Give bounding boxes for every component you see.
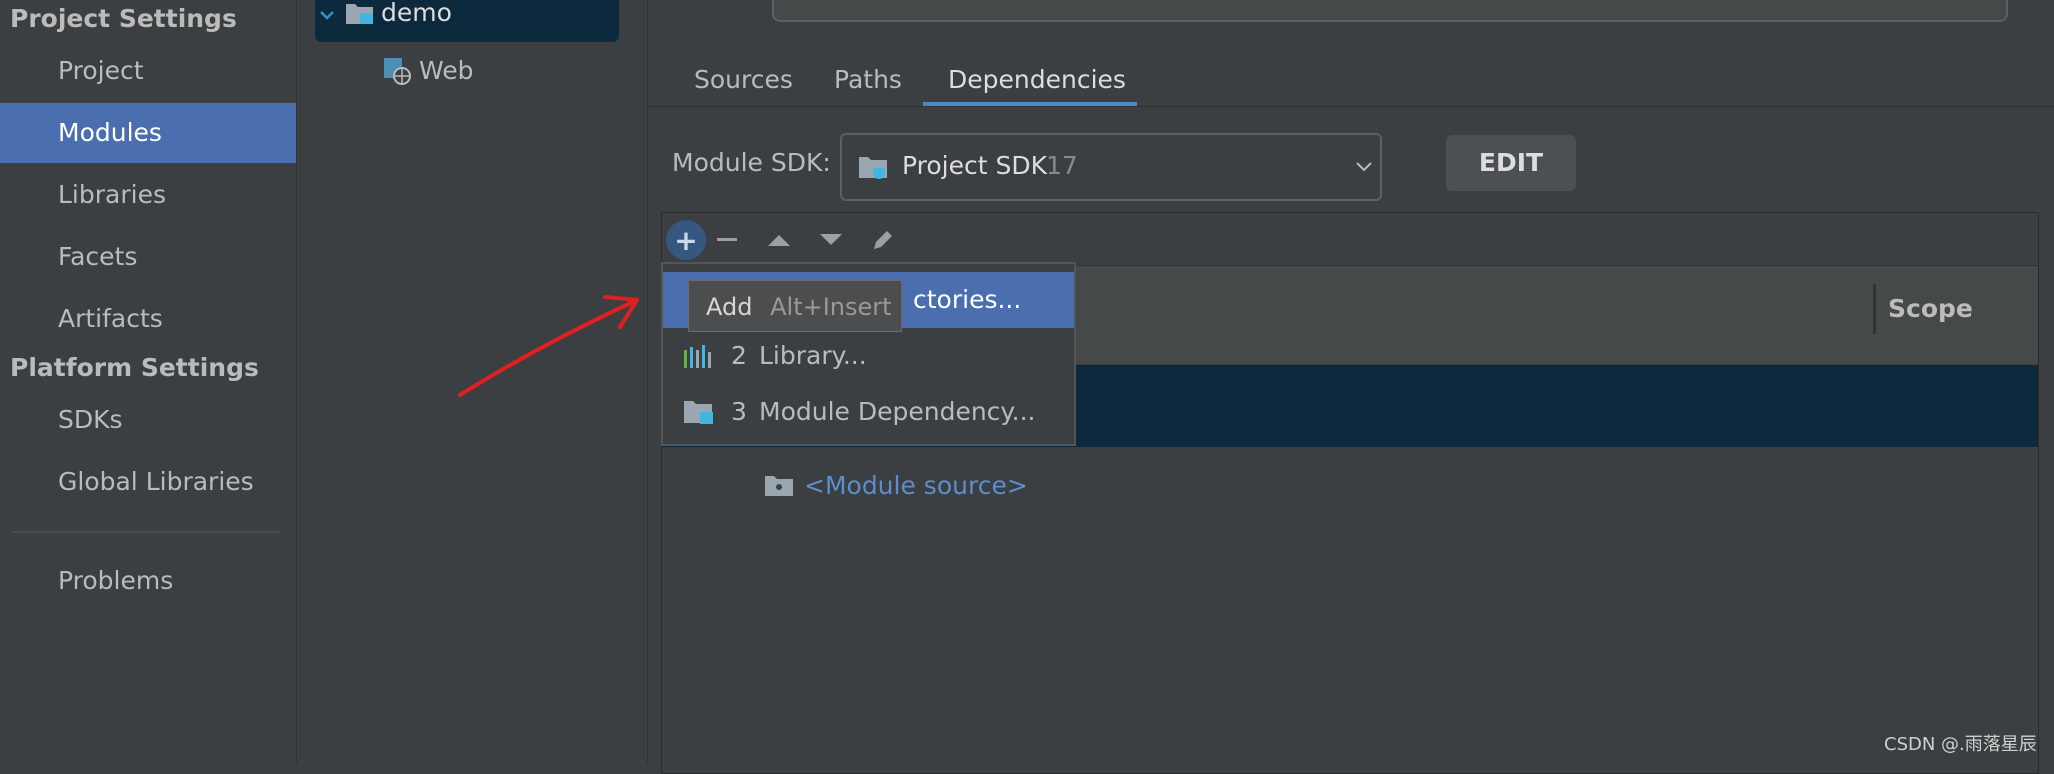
chevron-down-icon[interactable] <box>319 10 335 22</box>
scope-column-header[interactable]: Scope <box>1888 294 1973 323</box>
triangle-down-icon <box>820 234 842 245</box>
module-source-entry[interactable]: <Module source> <box>804 471 1028 500</box>
tab-dependencies[interactable]: Dependencies <box>948 56 1126 104</box>
menu-item-1-label-visible: ctories... <box>913 285 1022 314</box>
module-sdk-label: Module SDK: <box>672 148 831 177</box>
pencil-icon <box>874 231 892 249</box>
sidebar-divider <box>12 531 280 533</box>
tree-node-demo-label: demo <box>381 0 452 27</box>
move-up-icon[interactable] <box>759 220 799 260</box>
watermark: CSDN @.雨落星辰 <box>1884 734 2037 755</box>
module-folder-icon <box>346 4 373 24</box>
edit-sdk-button[interactable]: EDIT <box>1446 135 1576 191</box>
edit-pencil-icon[interactable] <box>863 220 903 260</box>
tooltip-shortcut: Alt+Insert <box>770 293 892 321</box>
sidebar-item-global-libraries[interactable]: Global Libraries <box>0 452 296 512</box>
minus-icon <box>717 238 737 241</box>
sidebar-item-project[interactable]: Project <box>0 41 296 101</box>
settings-sidebar: Project Settings Project Modules Librari… <box>0 0 297 764</box>
annotation-arrow-icon <box>458 295 639 397</box>
column-separator <box>1873 284 1876 334</box>
menu-item-label: Library... <box>759 341 867 370</box>
menu-item-module-dependency[interactable]: 3 Module Dependency... <box>663 384 1074 440</box>
library-icon <box>684 345 711 368</box>
menu-item-num: 2 <box>731 341 747 370</box>
project-settings-header: Project Settings <box>10 4 237 33</box>
move-down-icon[interactable] <box>811 220 851 260</box>
tab-sources[interactable]: Sources <box>694 56 793 104</box>
dependencies-toolbar: + <box>662 213 2038 263</box>
menu-item-num: 3 <box>731 397 747 426</box>
module-sdk-select[interactable]: Project SDK 17 <box>840 133 1382 201</box>
tabs-divider <box>648 106 2054 107</box>
menu-item-library[interactable]: 2 Library... <box>663 328 1074 384</box>
module-folder-icon <box>684 401 713 424</box>
tree-node-demo[interactable]: demo <box>315 0 619 42</box>
tab-paths[interactable]: Paths <box>834 56 902 104</box>
remove-icon[interactable] <box>707 220 747 260</box>
menu-item-label: Module Dependency... <box>759 397 1036 426</box>
add-icon[interactable]: + <box>666 220 706 260</box>
tree-node-web[interactable]: Web <box>419 56 474 85</box>
folder-icon <box>765 476 793 496</box>
chevron-down-icon[interactable] <box>1356 162 1372 172</box>
add-tooltip: Add Alt+Insert <box>688 280 902 332</box>
platform-settings-header: Platform Settings <box>10 353 259 382</box>
sidebar-item-artifacts[interactable]: Artifacts <box>0 289 296 349</box>
sidebar-item-modules[interactable]: Modules <box>0 103 296 163</box>
sdk-folder-icon <box>859 157 887 179</box>
sidebar-item-facets[interactable]: Facets <box>0 227 296 287</box>
tooltip-label: Add <box>706 293 753 321</box>
module-name-field[interactable] <box>772 0 2008 22</box>
sidebar-item-sdks[interactable]: SDKs <box>0 390 296 450</box>
triangle-up-icon <box>768 235 790 246</box>
sidebar-item-problems[interactable]: Problems <box>0 551 296 611</box>
sidebar-item-libraries[interactable]: Libraries <box>0 165 296 225</box>
web-facet-icon <box>384 58 411 85</box>
sdk-version: 17 <box>1046 151 1078 180</box>
sdk-value: Project SDK <box>902 151 1047 180</box>
